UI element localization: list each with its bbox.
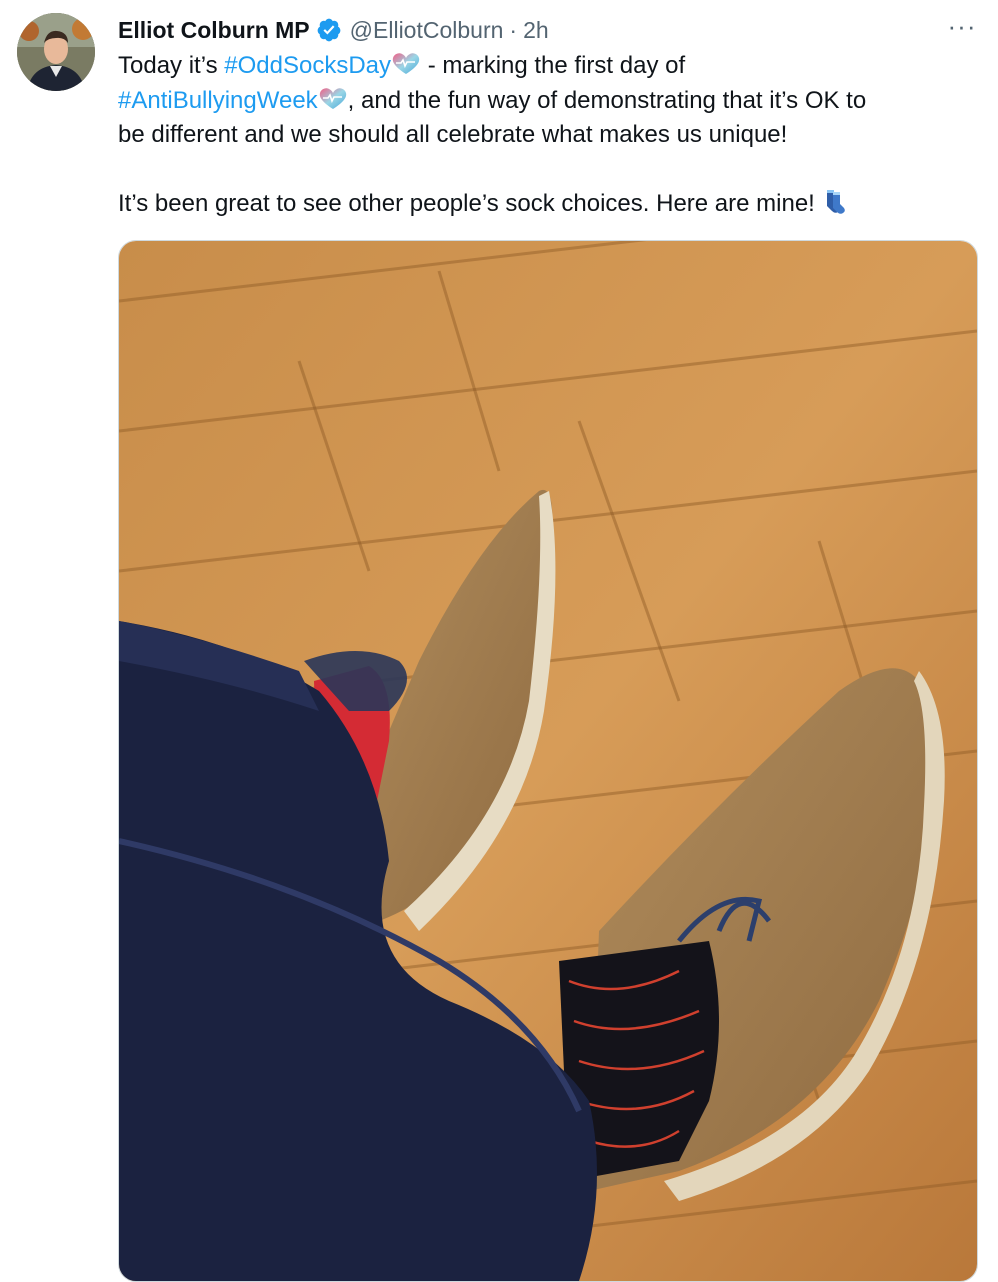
hashtag-oddsocksday[interactable]: #OddSocksDay <box>224 52 391 79</box>
photo-socks-shoes <box>119 241 977 1281</box>
socks-emoji-icon <box>826 190 845 214</box>
text-segment: It’s been great to see other people’s so… <box>118 190 815 217</box>
tweet-text-line: Today it’s #OddSocksDay - marking the fi… <box>118 49 978 84</box>
tweet-header: Elliot Colburn MP @ElliotColburn · 2h <box>118 14 549 46</box>
text-segment: Today it’s <box>118 52 225 79</box>
tweet-text: Today it’s #OddSocksDay - marking the fi… <box>118 49 978 222</box>
verified-badge-icon <box>317 18 341 42</box>
tweet-text-line: be different and we should all celebrate… <box>118 121 788 148</box>
tweet-text-line: It’s been great to see other people’s so… <box>118 187 978 222</box>
separator-dot: · <box>509 16 518 43</box>
more-options-icon[interactable]: ··· <box>942 12 982 46</box>
author-handle[interactable]: @ElliotColburn <box>350 17 504 44</box>
timestamp[interactable]: 2h <box>523 17 549 44</box>
heart-emoji-icon <box>392 53 420 74</box>
text-segment: - marking the first day of <box>421 52 686 79</box>
hashtag-antibullyingweek[interactable]: #AntiBullyingWeek <box>118 87 318 114</box>
heart-emoji-icon <box>319 87 346 109</box>
author-name[interactable]: Elliot Colburn MP <box>118 17 310 44</box>
tweet-photo[interactable] <box>118 240 978 1282</box>
tweet: Elliot Colburn MP @ElliotColburn · 2h ··… <box>0 0 998 1282</box>
tweet-text-line: #AntiBullyingWeek , and the fun way of d… <box>118 84 978 119</box>
text-segment: , and the fun way of demonstrating that … <box>347 86 867 114</box>
avatar[interactable] <box>17 13 95 91</box>
